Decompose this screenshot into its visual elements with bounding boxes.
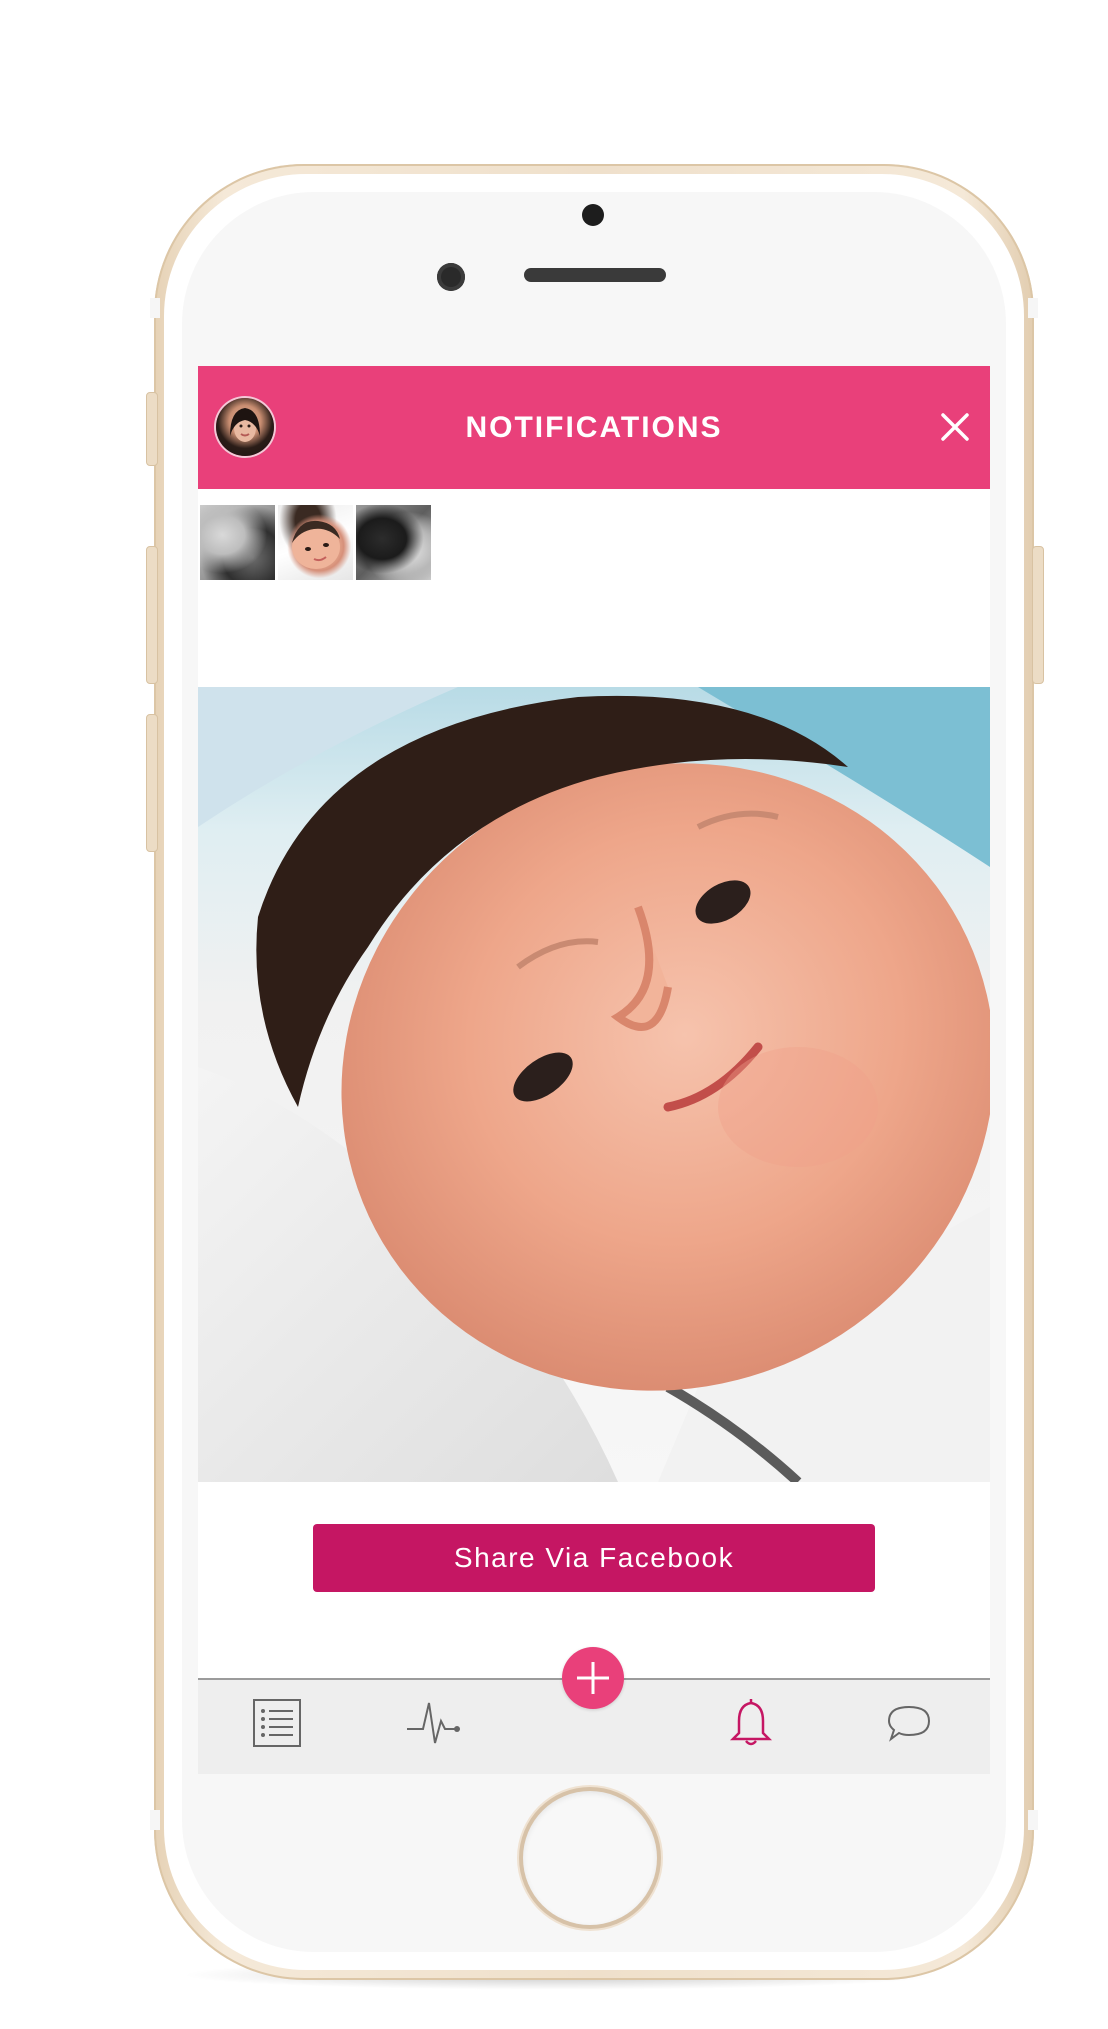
close-icon (941, 413, 969, 441)
app-screen: NOTIFICATIONS Share Via Facebook (198, 366, 990, 1774)
volume-down-button (146, 714, 158, 852)
activity-icon (407, 1702, 460, 1744)
power-button (1032, 546, 1044, 684)
user-avatar[interactable] (216, 398, 274, 456)
tab-activity[interactable] (395, 1688, 475, 1758)
home-button[interactable] (523, 1791, 657, 1925)
tab-messages[interactable] (869, 1688, 949, 1758)
earpiece-speaker (524, 268, 666, 282)
add-button[interactable] (562, 1647, 624, 1709)
list-icon (253, 1699, 301, 1747)
tab-notifications[interactable] (711, 1688, 791, 1758)
front-camera (437, 263, 465, 291)
antenna-band (1028, 1810, 1038, 1830)
antenna-band (150, 298, 160, 318)
baby-photo (198, 687, 990, 1482)
antenna-band (1028, 298, 1038, 318)
plus-icon (577, 1662, 609, 1694)
chat-bubble-icon (887, 1705, 931, 1742)
bell-icon (729, 1699, 773, 1746)
page-title: NOTIFICATIONS (465, 410, 723, 444)
mute-switch (146, 392, 158, 466)
thumbnail-2[interactable] (278, 505, 353, 580)
close-button[interactable] (930, 402, 980, 452)
baby-thumbnail-icon (292, 520, 340, 569)
tab-list[interactable] (237, 1688, 317, 1758)
share-facebook-button[interactable]: Share Via Facebook (313, 1524, 875, 1592)
baby-illustration (198, 687, 990, 1482)
antenna-band (150, 1810, 160, 1830)
notifications-header: NOTIFICATIONS (198, 366, 990, 489)
thumbnail-1[interactable] (200, 505, 275, 580)
thumbnail-3[interactable] (356, 505, 431, 580)
volume-up-button (146, 546, 158, 684)
front-sensor (582, 204, 604, 226)
thumbnail-strip (200, 505, 431, 580)
avatar-face-icon (230, 408, 260, 442)
